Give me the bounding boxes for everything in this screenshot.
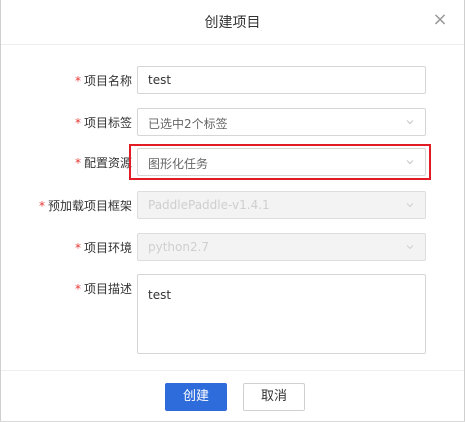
project-name-row: * 项目名称 test (1, 66, 464, 94)
project-tags-select[interactable]: 已选中2个标签 (137, 108, 426, 136)
environment-row: * 项目环境 python2.7 (1, 233, 464, 261)
project-name-input[interactable]: test (137, 66, 426, 94)
framework-row: * 预加载项目框架 PaddlePaddle-v1.4.1 (1, 191, 464, 219)
environment-label: * 项目环境 (74, 241, 132, 255)
dialog-title: 创建项目 (204, 15, 261, 31)
resource-config-label: * 配置资源 (74, 156, 132, 170)
chevron-down-icon (406, 120, 414, 125)
description-textarea[interactable]: test (137, 274, 426, 354)
required-mark: * (38, 199, 45, 213)
required-mark: * (74, 241, 81, 255)
dialog-footer: 创建 取消 (1, 370, 464, 422)
create-project-dialog: 创建项目 × * 项目名称 test * 项目标签 已选中2个标签 * 配置资源 图形… (0, 0, 465, 421)
framework-label: * 预加载项目框架 (38, 199, 132, 213)
project-name-label: * 项目名称 (74, 74, 132, 88)
create-button[interactable]: 创建 (165, 383, 227, 411)
chevron-down-icon (406, 203, 414, 208)
resource-config-row: * 配置资源 图形化任务 (1, 148, 464, 176)
cancel-button[interactable]: 取消 (243, 383, 305, 411)
framework-value: PaddlePaddle-v1.4.1 (148, 198, 270, 212)
close-icon[interactable]: × (430, 10, 450, 30)
framework-select: PaddlePaddle-v1.4.1 (137, 191, 426, 219)
resource-config-value: 图形化任务 (148, 157, 209, 171)
required-mark: * (74, 74, 81, 88)
chevron-down-icon (406, 160, 414, 165)
required-mark: * (74, 156, 81, 170)
environment-select: python2.7 (137, 233, 426, 261)
project-tags-value: 已选中2个标签 (148, 117, 228, 131)
chevron-down-icon (406, 245, 414, 250)
environment-value: python2.7 (148, 240, 210, 254)
project-tags-label: * 项目标签 (74, 116, 132, 130)
required-mark: * (74, 282, 81, 296)
required-mark: * (74, 116, 81, 130)
resource-config-select[interactable]: 图形化任务 (137, 148, 426, 176)
project-name-value: test (148, 73, 172, 87)
dialog-header: 创建项目 × (1, 0, 464, 45)
project-tags-row: * 项目标签 已选中2个标签 (1, 108, 464, 136)
description-label: * 项目描述 (74, 282, 132, 296)
